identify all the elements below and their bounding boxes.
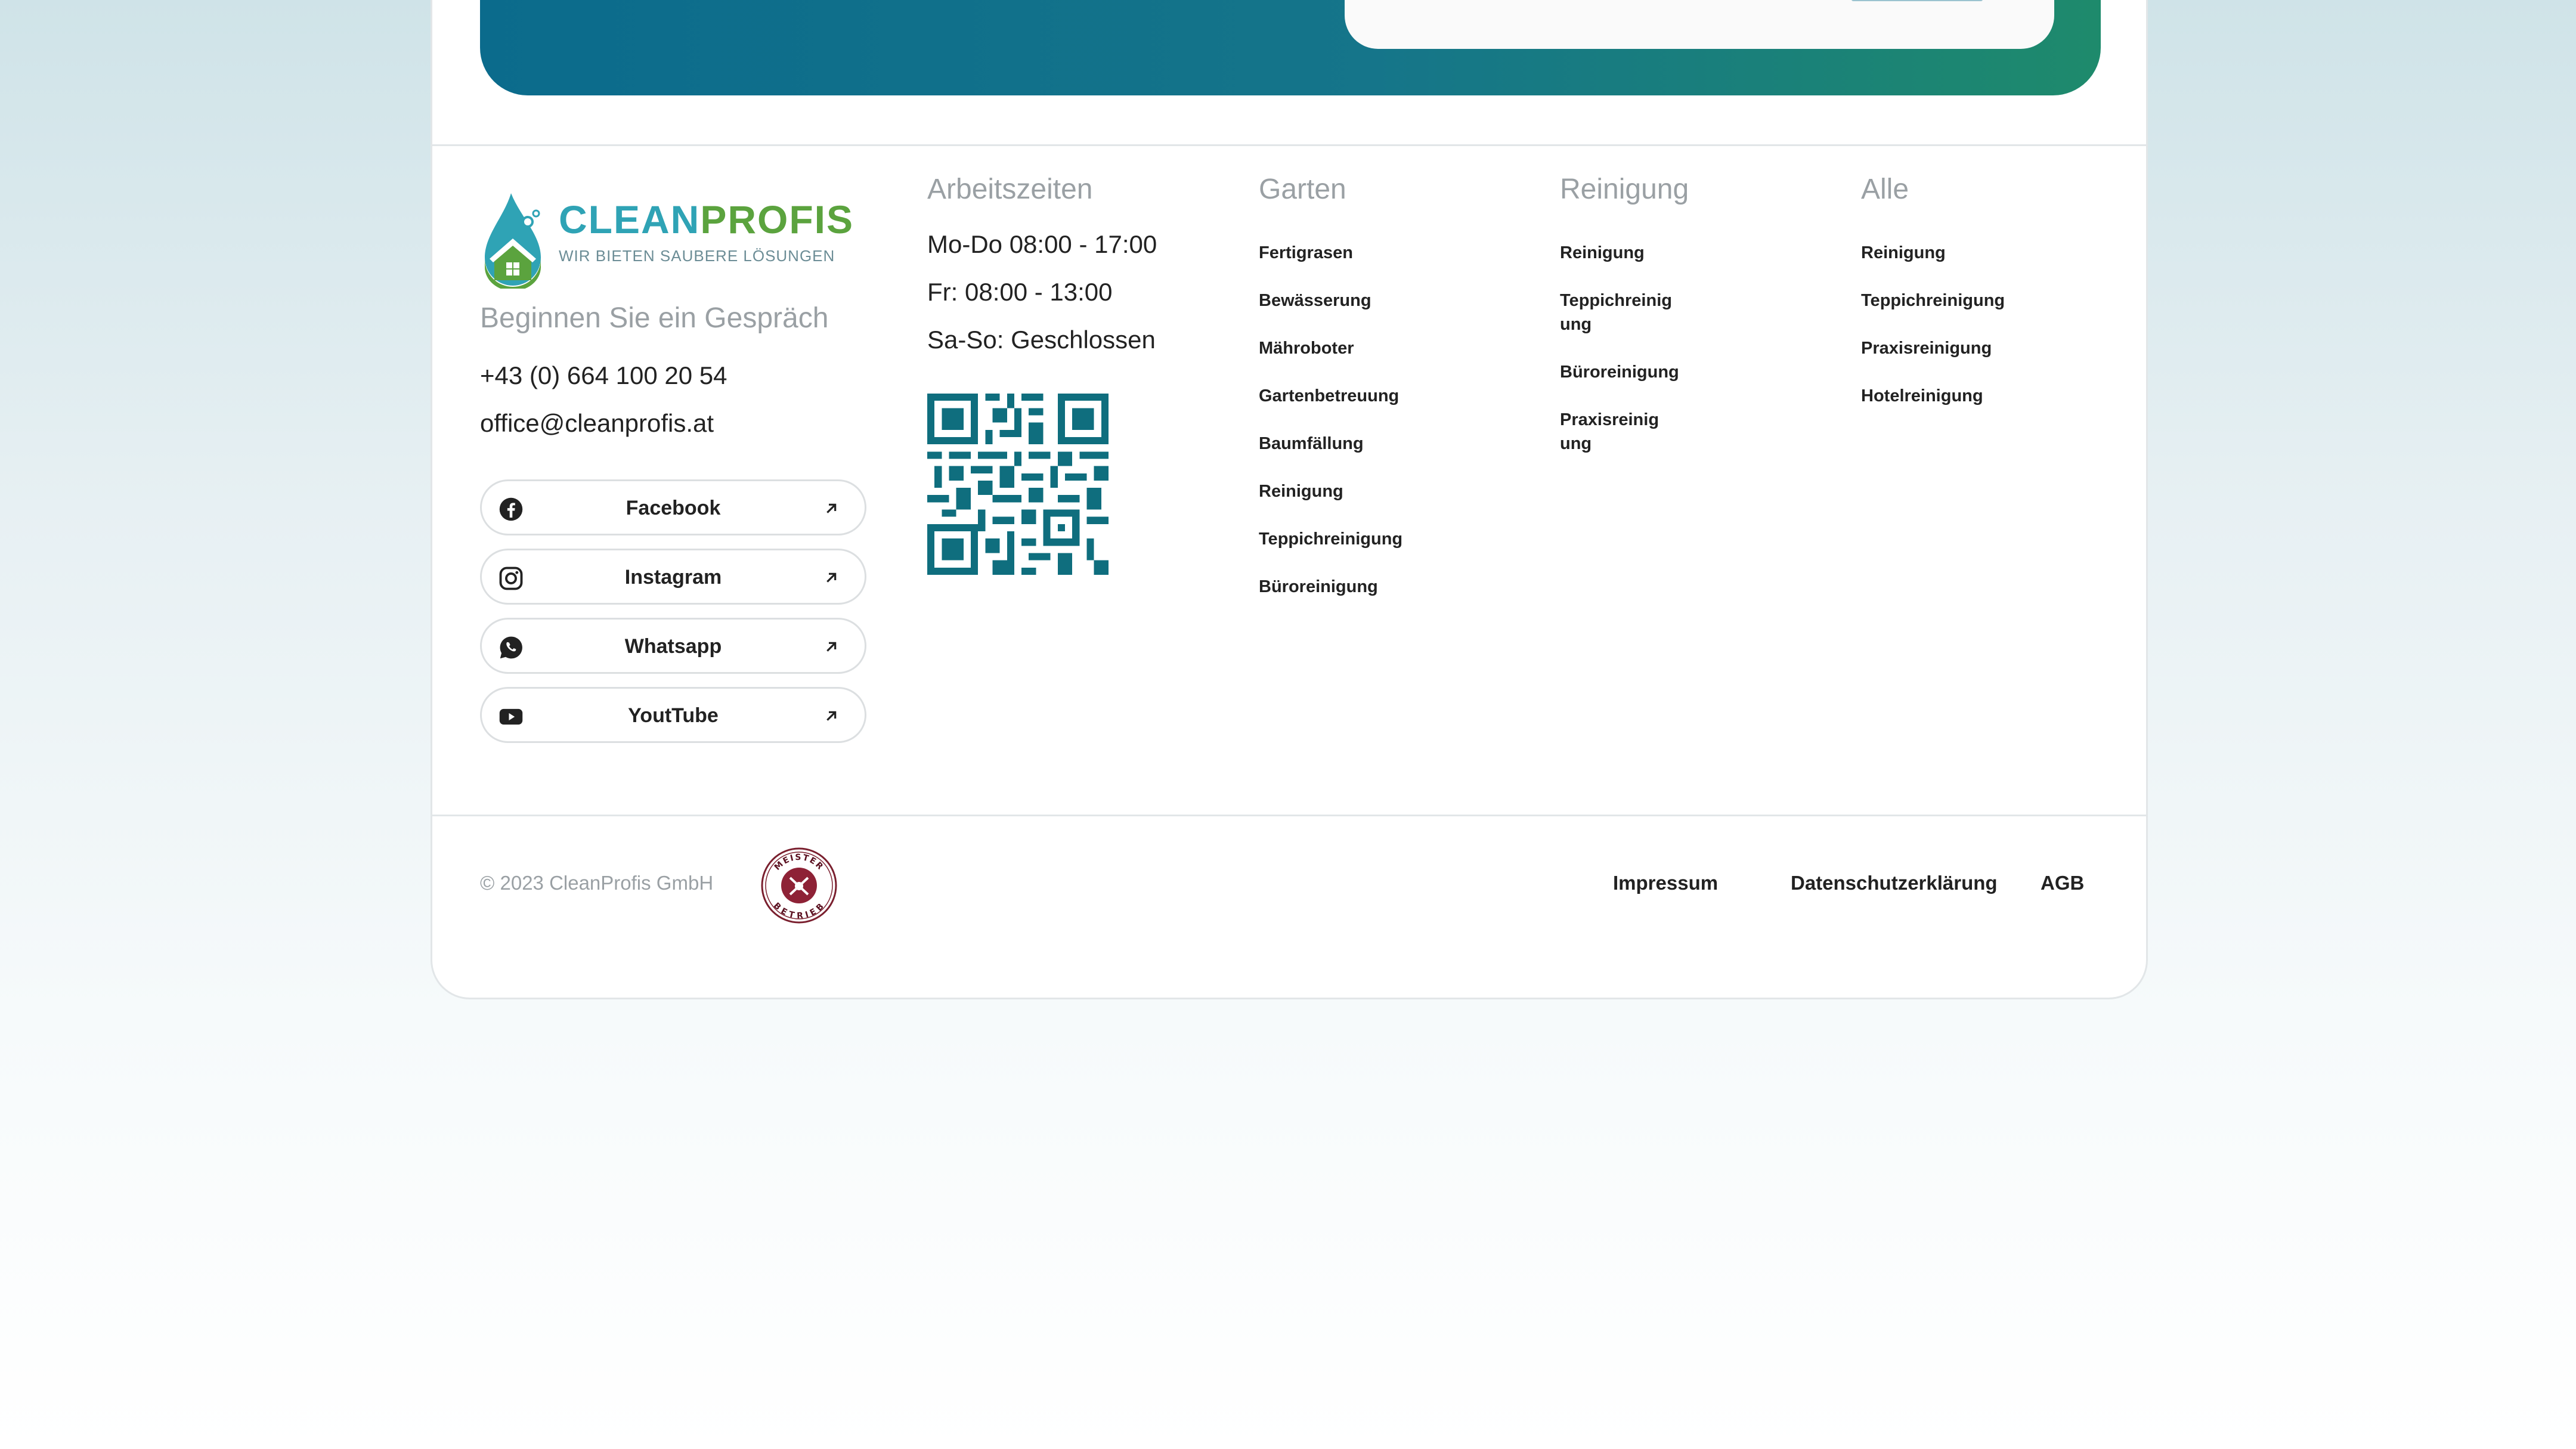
- garten-link-baumfaellung[interactable]: Baumfällung: [1259, 432, 1364, 456]
- cta-form-card: [1345, 0, 2054, 49]
- brand-name-part1: CLEAN: [559, 197, 701, 242]
- brand-name-part2: PROFIS: [700, 197, 854, 242]
- brand-wordmark: CLEANPROFIS: [559, 197, 854, 242]
- garten-link-gartenbetreuung[interactable]: Gartenbetreuung: [1259, 384, 1399, 408]
- social-button-facebook[interactable]: Facebook: [480, 479, 866, 535]
- alle-link-reinigung[interactable]: Reinigung: [1861, 241, 1946, 265]
- hours-heading: Arbeitszeiten: [927, 174, 1093, 205]
- contact-heading: Beginnen Sie ein Gespräch: [480, 302, 829, 334]
- garten-link-bewaesserung[interactable]: Bewässerung: [1259, 289, 1371, 312]
- cta-banner: [480, 0, 2101, 95]
- brand-tagline: WIR BIETEN SAUBERE LÖSUNGEN: [559, 247, 835, 265]
- qr-code-image: [927, 394, 1109, 575]
- social-label: Instagram: [624, 566, 722, 589]
- arrow-up-right-icon: [826, 503, 837, 513]
- page-card: CLEANPROFIS WIR BIETEN SAUBERE LÖSUNGEN …: [431, 0, 2148, 999]
- arrow-up-right-icon: [826, 572, 837, 583]
- footer-bottom-divider: [432, 815, 2146, 816]
- footer-link-agb[interactable]: AGB: [2041, 872, 2084, 894]
- garten-link-reinigung[interactable]: Reinigung: [1259, 479, 1343, 503]
- social-button-whatsapp[interactable]: Whatsapp: [480, 618, 866, 674]
- hours-line-weekend: Sa-So: Geschlossen: [927, 326, 1156, 354]
- hours-line-weekdays: Mo-Do 08:00 - 17:00: [927, 230, 1157, 258]
- garten-link-maehroboter[interactable]: Mähroboter: [1259, 336, 1354, 360]
- cta-link-underline[interactable]: [1852, 0, 1983, 1]
- alle-link-praxisreinigung[interactable]: Praxisreinigung: [1861, 336, 1992, 360]
- arrow-up-right-icon: [826, 642, 837, 652]
- garten-link-fertigrasen[interactable]: Fertigrasen: [1259, 241, 1353, 265]
- footer-link-datenschutz[interactable]: Datenschutzerklärung: [1791, 872, 1998, 894]
- garten-link-teppichreinigung[interactable]: Teppichreinigung: [1259, 527, 1402, 551]
- alle-link-teppichreinigung[interactable]: Teppichreinigung: [1861, 289, 2005, 312]
- alle-heading: Alle: [1861, 174, 1909, 205]
- reinigung-link-praxisreinigung[interactable]: Praxisreinig ung: [1560, 408, 1691, 456]
- reinigung-link-reinigung[interactable]: Reinigung: [1560, 241, 1691, 265]
- drop-house-icon: [485, 193, 541, 289]
- arrow-up-right-icon: [826, 711, 837, 721]
- social-button-instagram[interactable]: Instagram: [480, 549, 866, 605]
- hours-line-friday: Fr: 08:00 - 13:00: [927, 278, 1113, 306]
- garten-link-bueroreinigung[interactable]: Büroreinigung: [1259, 575, 1378, 599]
- meister-betrieb-seal-icon: MEISTER BETRIEB: [761, 847, 837, 924]
- reinigung-link-teppichreinigung[interactable]: Teppichreinig ung: [1560, 289, 1691, 336]
- social-button-youtube[interactable]: YoutTube: [480, 687, 866, 743]
- social-label: YoutTube: [628, 704, 719, 727]
- footer-top-divider: [432, 144, 2146, 146]
- contact-phone[interactable]: +43 (0) 664 100 20 54: [480, 361, 727, 390]
- footer-link-impressum[interactable]: Impressum: [1613, 872, 1718, 894]
- social-label: Whatsapp: [624, 635, 722, 658]
- social-label: Facebook: [626, 497, 721, 519]
- copyright-text: © 2023 CleanProfis GmbH: [480, 872, 714, 894]
- reinigung-heading: Reinigung: [1560, 174, 1689, 205]
- reinigung-link-bueroreinigung[interactable]: Büroreinigung: [1560, 360, 1691, 384]
- garten-heading: Garten: [1259, 174, 1346, 205]
- contact-email[interactable]: office@cleanprofis.at: [480, 409, 714, 438]
- alle-link-hotelreinigung[interactable]: Hotelreinigung: [1861, 384, 1983, 408]
- brand-logo[interactable]: CLEANPROFIS WIR BIETEN SAUBERE LÖSUNGEN: [480, 193, 853, 289]
